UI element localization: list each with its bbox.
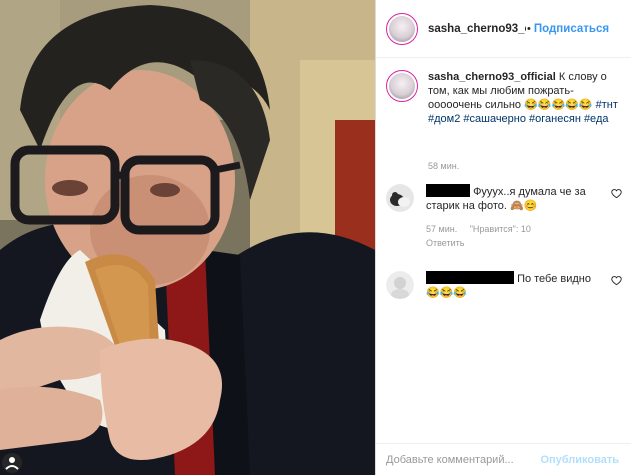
caption-avatar-image [389, 73, 415, 99]
comment-item: Фууух..я думала че за старик на фото. 🙈😊… [386, 184, 626, 250]
author-avatar[interactable] [386, 12, 418, 45]
caption-text-block: sasha_cherno93_official К слову о том, к… [428, 70, 623, 126]
add-comment-bar: Опубликовать [376, 443, 631, 475]
caption-avatar[interactable] [386, 70, 418, 102]
author-username[interactable]: sasha_cherno93_offi [428, 23, 526, 35]
commenter-avatar-image [386, 184, 414, 212]
author-avatar-image [389, 15, 415, 42]
comment-likes[interactable]: "Нравится": 10 [470, 224, 531, 234]
redacted-username [426, 271, 514, 284]
caption-timestamp[interactable]: 58 мин. [428, 161, 459, 171]
comment-meta: 57 мин. "Нравится": 10 [426, 222, 596, 236]
comment-timestamp[interactable]: 57 мин. [426, 224, 457, 234]
publish-button[interactable]: Опубликовать [540, 454, 619, 466]
header-separator: • [527, 22, 531, 35]
heart-icon[interactable] [611, 275, 622, 286]
post-caption: sasha_cherno93_official К слову о том, к… [386, 70, 626, 126]
redacted-username [426, 184, 470, 197]
caption-username[interactable]: sasha_cherno93_official [428, 71, 556, 83]
heart-icon[interactable] [611, 188, 622, 199]
post-photo[interactable] [0, 0, 375, 475]
comment-body: По тебе видно 😂😂😂 [426, 271, 596, 300]
post-photo-illustration [0, 0, 375, 475]
comment-body: Фууух..я думала че за старик на фото. 🙈😊… [426, 184, 596, 250]
post-details-panel: sasha_cherno93_offi • Подписаться sasha_… [376, 0, 631, 475]
commenter-avatar[interactable] [386, 271, 414, 299]
commenter-avatar[interactable] [386, 184, 414, 212]
reply-button[interactable]: Ответить [426, 236, 596, 250]
comment-item: По тебе видно 😂😂😂 [386, 271, 626, 300]
follow-button[interactable]: Подписаться [534, 23, 609, 35]
commenter-avatar-image [386, 271, 414, 299]
post-header: sasha_cherno93_offi • Подписаться [376, 0, 631, 58]
comment-input[interactable] [386, 453, 541, 466]
